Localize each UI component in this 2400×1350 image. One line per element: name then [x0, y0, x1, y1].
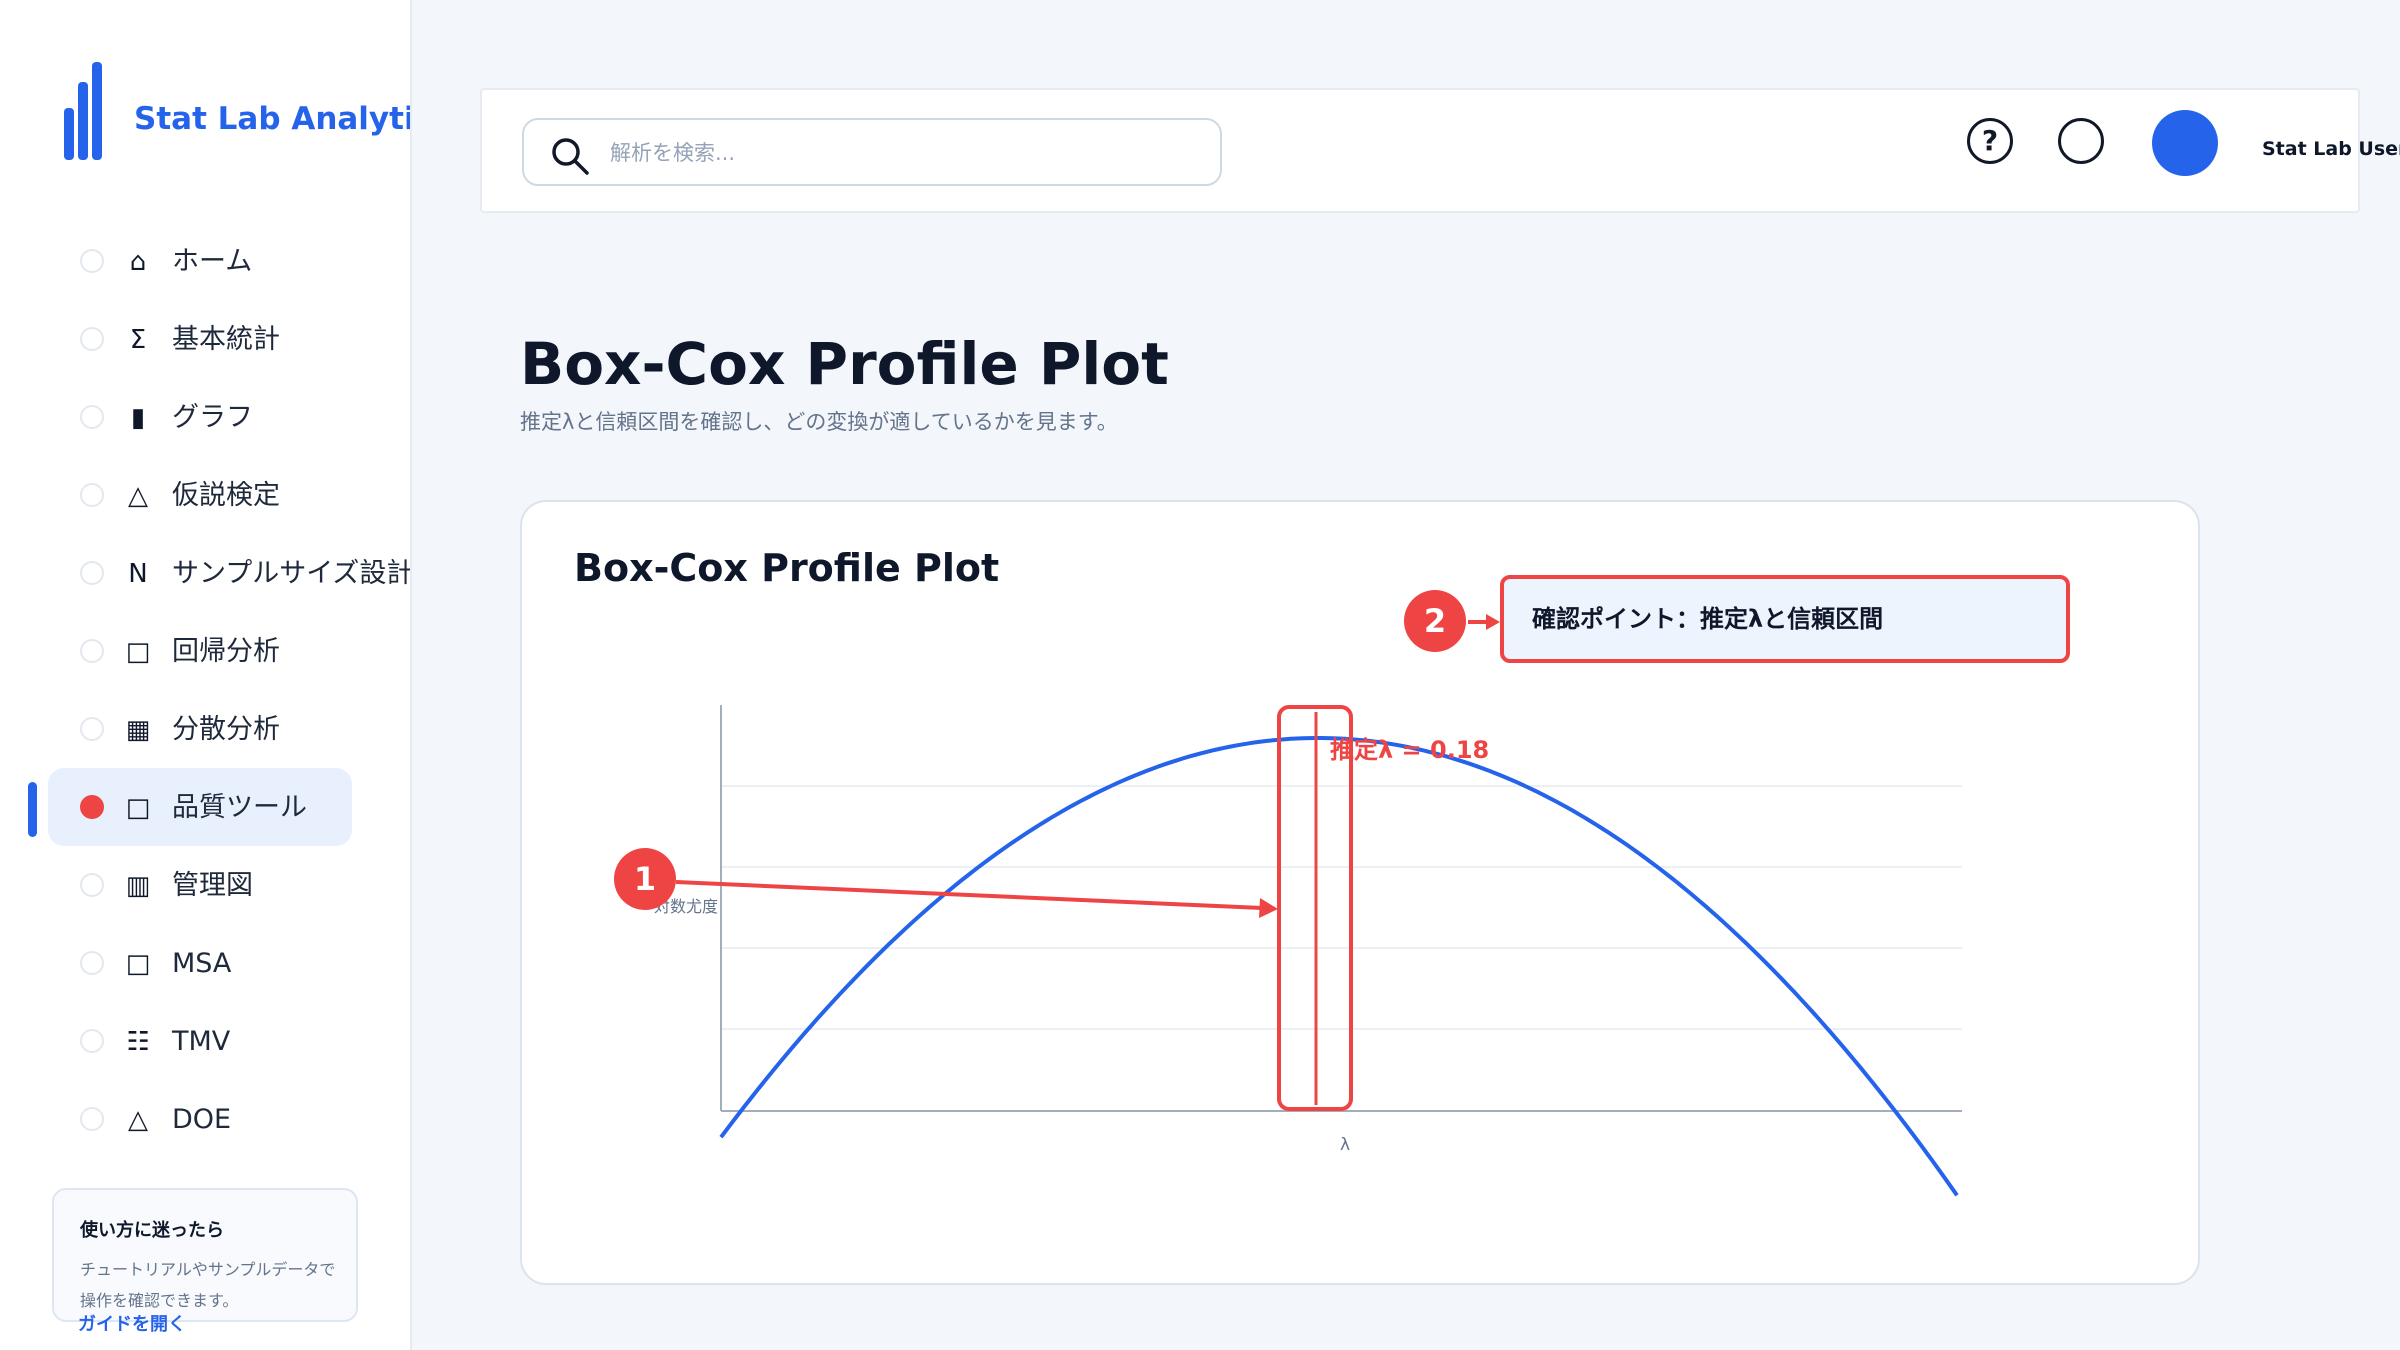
x-axis-label: λ: [1340, 1135, 1350, 1155]
callout-2-arrowhead: [1486, 614, 1500, 630]
callout-badge-2: 2: [1404, 590, 1466, 652]
callout-badge-1: 1: [614, 848, 676, 910]
callout-box: 確認ポイント：推定λと信頼区間: [1500, 575, 2070, 663]
log-likelihood-curve: [719, 736, 1959, 1197]
lambda-annotation: 推定λ = 0.18: [1330, 736, 1489, 764]
callout-1-arrowhead: [1259, 898, 1278, 918]
callout-text: 確認ポイント：推定λと信頼区間: [1532, 605, 1884, 633]
callout-1-arrow: [675, 880, 1263, 910]
box-cox-chart: 推定λ = 0.18 対数尤度 λ: [654, 614, 1962, 1197]
